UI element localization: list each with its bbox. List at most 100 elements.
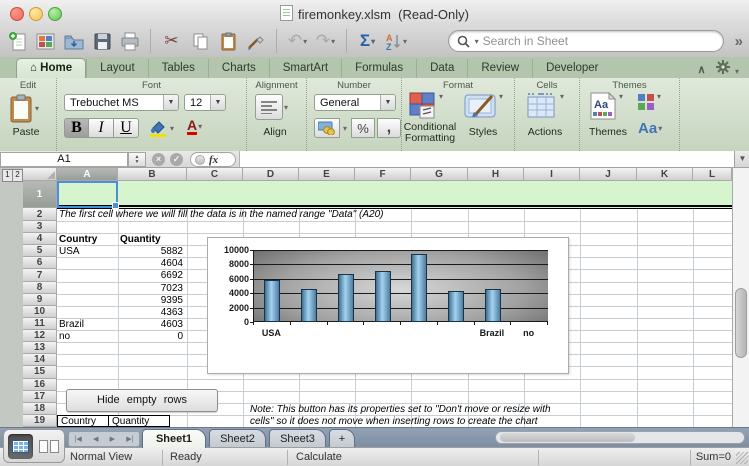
last-sheet-icon[interactable]: ▶| bbox=[126, 435, 133, 443]
ribbon-tab-tables[interactable]: Tables bbox=[148, 59, 208, 78]
cell-b9[interactable]: 9395 bbox=[118, 295, 183, 306]
theme-colors-button[interactable]: ▾ bbox=[636, 92, 661, 112]
cell-a4-header[interactable]: Country bbox=[59, 234, 97, 245]
hide-empty-rows-button[interactable]: Hide empty rows bbox=[66, 389, 218, 412]
worksheet-grid[interactable]: 12ABCDEFGHIJKL12345678910111213141516171… bbox=[0, 168, 749, 427]
sheet-nav-buttons[interactable]: |◀ ◀ ▶ ▶| bbox=[68, 431, 140, 447]
row-header-9[interactable]: 9 bbox=[23, 294, 57, 306]
ribbon-tab-data[interactable]: Data bbox=[416, 59, 467, 78]
column-header-G[interactable]: G bbox=[411, 168, 468, 181]
theme-fonts-button[interactable]: Aa ▾ bbox=[638, 120, 662, 137]
actions-button[interactable]: ▾ bbox=[525, 92, 564, 120]
redo-icon[interactable]: ↷▾ bbox=[314, 30, 337, 53]
copy-icon[interactable] bbox=[188, 30, 211, 53]
cell-a12[interactable]: no bbox=[59, 331, 70, 342]
currency-style-button[interactable] bbox=[314, 118, 340, 138]
sheet-tab-sheet3[interactable]: Sheet3 bbox=[269, 429, 326, 448]
cell-b19[interactable]: Quantity bbox=[112, 416, 149, 427]
column-header-J[interactable]: J bbox=[580, 168, 637, 181]
font-size-select[interactable]: 12▼ bbox=[184, 94, 226, 111]
row-header-17[interactable]: 17 bbox=[23, 391, 57, 403]
paste-icon[interactable] bbox=[216, 30, 239, 53]
styles-button[interactable]: ▾ bbox=[464, 92, 503, 120]
bold-button[interactable]: B bbox=[64, 118, 89, 138]
row-header-2[interactable]: 2 bbox=[23, 208, 57, 221]
row-header-18[interactable]: 18 bbox=[23, 403, 57, 415]
align-button[interactable]: ▾ bbox=[255, 94, 288, 120]
row-header-6[interactable]: 6 bbox=[23, 257, 57, 269]
column-header-K[interactable]: K bbox=[637, 168, 693, 181]
font-family-select[interactable]: Trebuchet MS▼ bbox=[64, 94, 179, 111]
cell-a19[interactable]: Country bbox=[61, 416, 96, 427]
save-icon[interactable] bbox=[90, 30, 113, 53]
cell-b12[interactable]: 0 bbox=[118, 331, 183, 342]
format-painter-icon[interactable] bbox=[244, 30, 267, 53]
toolbar-overflow-icon[interactable]: » bbox=[735, 33, 743, 50]
next-sheet-icon[interactable]: ▶ bbox=[110, 435, 115, 443]
select-all-corner[interactable] bbox=[23, 168, 57, 181]
ribbon-tab-smartart[interactable]: SmartArt bbox=[269, 59, 341, 78]
cell-a11[interactable]: Brazil bbox=[59, 319, 84, 330]
cell-b7[interactable]: 6692 bbox=[118, 270, 183, 281]
column-header-E[interactable]: E bbox=[299, 168, 355, 181]
number-format-select[interactable]: General▼ bbox=[314, 94, 396, 111]
conditional-formatting-button[interactable]: ▾ bbox=[408, 92, 443, 120]
page-layout-view-button[interactable] bbox=[36, 434, 61, 459]
name-box[interactable]: A1 bbox=[0, 152, 128, 167]
add-sheet-tab[interactable]: + bbox=[329, 429, 355, 448]
prev-sheet-icon[interactable]: ◀ bbox=[93, 435, 98, 443]
cell-b8[interactable]: 7023 bbox=[118, 283, 183, 294]
underline-button[interactable]: U bbox=[114, 118, 139, 138]
column-header-B[interactable]: B bbox=[118, 168, 187, 181]
new-workbook-icon[interactable] bbox=[6, 30, 29, 53]
search-scope-arrow-icon[interactable]: ▾ bbox=[475, 37, 479, 46]
insert-function-button[interactable]: fx bbox=[190, 152, 236, 167]
column-header-A[interactable]: A bbox=[57, 168, 118, 181]
normal-view-button[interactable] bbox=[8, 434, 33, 459]
vertical-scrollbar[interactable] bbox=[732, 168, 749, 427]
themes-button[interactable]: Aa ▾ bbox=[588, 92, 623, 120]
comma-style-button[interactable]: , bbox=[377, 118, 401, 138]
ribbon-tab-developer[interactable]: Developer bbox=[532, 59, 611, 78]
cell-b4-header[interactable]: Quantity bbox=[120, 234, 161, 245]
row-header-8[interactable]: 8 bbox=[23, 282, 57, 294]
row-header-12[interactable]: 12 bbox=[23, 330, 57, 342]
column-header-C[interactable]: C bbox=[187, 168, 243, 181]
accept-entry-icon[interactable]: ✓ bbox=[170, 153, 183, 166]
calculate-status[interactable]: Calculate bbox=[296, 451, 342, 463]
row-header-15[interactable]: 15 bbox=[23, 366, 57, 378]
search-field[interactable]: ▾ Search in Sheet bbox=[448, 30, 724, 52]
cell-b5[interactable]: 5882 bbox=[118, 246, 183, 257]
workbook-gallery-icon[interactable] bbox=[34, 30, 57, 53]
name-box-stepper[interactable]: ▲▼ bbox=[128, 152, 146, 167]
fill-handle[interactable] bbox=[112, 202, 119, 209]
open-icon[interactable] bbox=[62, 30, 85, 53]
cell-b10[interactable]: 4363 bbox=[118, 307, 183, 318]
row-header-4[interactable]: 4 bbox=[23, 233, 57, 245]
horizontal-scroll-thumb[interactable] bbox=[500, 433, 635, 442]
sort-icon[interactable]: AZ ▾ bbox=[384, 30, 407, 53]
ribbon-tab-home[interactable]: ⌂ Home bbox=[16, 58, 86, 78]
fill-color-button[interactable]: ▾ bbox=[147, 118, 174, 138]
selected-cell-outline[interactable] bbox=[57, 181, 118, 208]
cell-a2-note[interactable]: The first cell where we will fill the da… bbox=[59, 209, 383, 220]
column-header-I[interactable]: I bbox=[524, 168, 580, 181]
autosum-icon[interactable]: Σ▾ bbox=[356, 30, 379, 53]
ribbon-tab-review[interactable]: Review bbox=[467, 59, 532, 78]
paste-button[interactable]: ▾ bbox=[8, 93, 39, 123]
ribbon-settings-gear-icon[interactable]: ▾ bbox=[716, 60, 739, 79]
print-icon[interactable] bbox=[118, 30, 141, 53]
column-header-D[interactable]: D bbox=[243, 168, 299, 181]
resize-grip[interactable] bbox=[736, 452, 748, 464]
row-header-3[interactable]: 3 bbox=[23, 221, 57, 233]
ribbon-tab-layout[interactable]: Layout bbox=[86, 59, 148, 78]
horizontal-scrollbar[interactable] bbox=[495, 431, 745, 444]
cell-b11[interactable]: 4603 bbox=[118, 319, 183, 330]
row-header-19[interactable]: 19 bbox=[23, 415, 57, 427]
collapse-ribbon-icon[interactable]: ∧ bbox=[697, 63, 705, 76]
row-header-13[interactable]: 13 bbox=[23, 342, 57, 354]
row-header-16[interactable]: 16 bbox=[23, 379, 57, 391]
row-header-10[interactable]: 10 bbox=[23, 306, 57, 318]
row-header-5[interactable]: 5 bbox=[23, 245, 57, 257]
embedded-bar-chart[interactable]: 0200040006000800010000USABrazilno bbox=[207, 237, 569, 374]
